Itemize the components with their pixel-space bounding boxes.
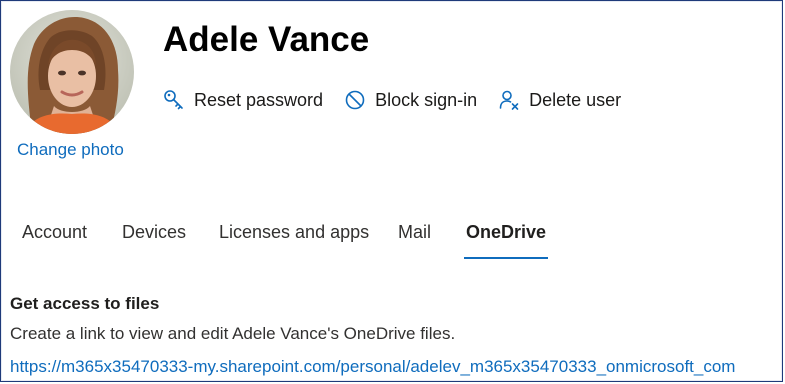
- reset-password-label: Reset password: [194, 89, 324, 110]
- key-icon: [163, 89, 185, 111]
- person-delete-icon: [498, 89, 520, 111]
- delete-user-button[interactable]: Delete user: [498, 89, 621, 111]
- user-actions-toolbar: Reset password Block sign-in Delete user: [163, 86, 642, 114]
- delete-user-label: Delete user: [529, 89, 622, 110]
- tab-onedrive[interactable]: OneDrive: [463, 214, 549, 259]
- section-heading: Get access to files: [10, 294, 160, 313]
- reset-password-button[interactable]: Reset password: [163, 89, 323, 111]
- block-icon: [344, 89, 366, 111]
- avatar: [10, 10, 134, 134]
- tab-mail[interactable]: Mail: [398, 214, 431, 243]
- avatar-photo: [10, 10, 134, 134]
- tab-account[interactable]: Account: [22, 214, 87, 243]
- user-display-name: Adele Vance: [163, 20, 370, 59]
- block-sign-in-button[interactable]: Block sign-in: [344, 89, 477, 111]
- block-sign-in-label: Block sign-in: [375, 89, 478, 110]
- tab-licenses-and-apps[interactable]: Licenses and apps: [219, 214, 369, 243]
- tab-devices[interactable]: Devices: [122, 214, 186, 243]
- change-photo-link[interactable]: Change photo: [17, 140, 124, 160]
- onedrive-files-link[interactable]: https://m365x35470333-my.sharepoint.com/…: [10, 357, 735, 377]
- section-description: Create a link to view and edit Adele Van…: [10, 324, 456, 343]
